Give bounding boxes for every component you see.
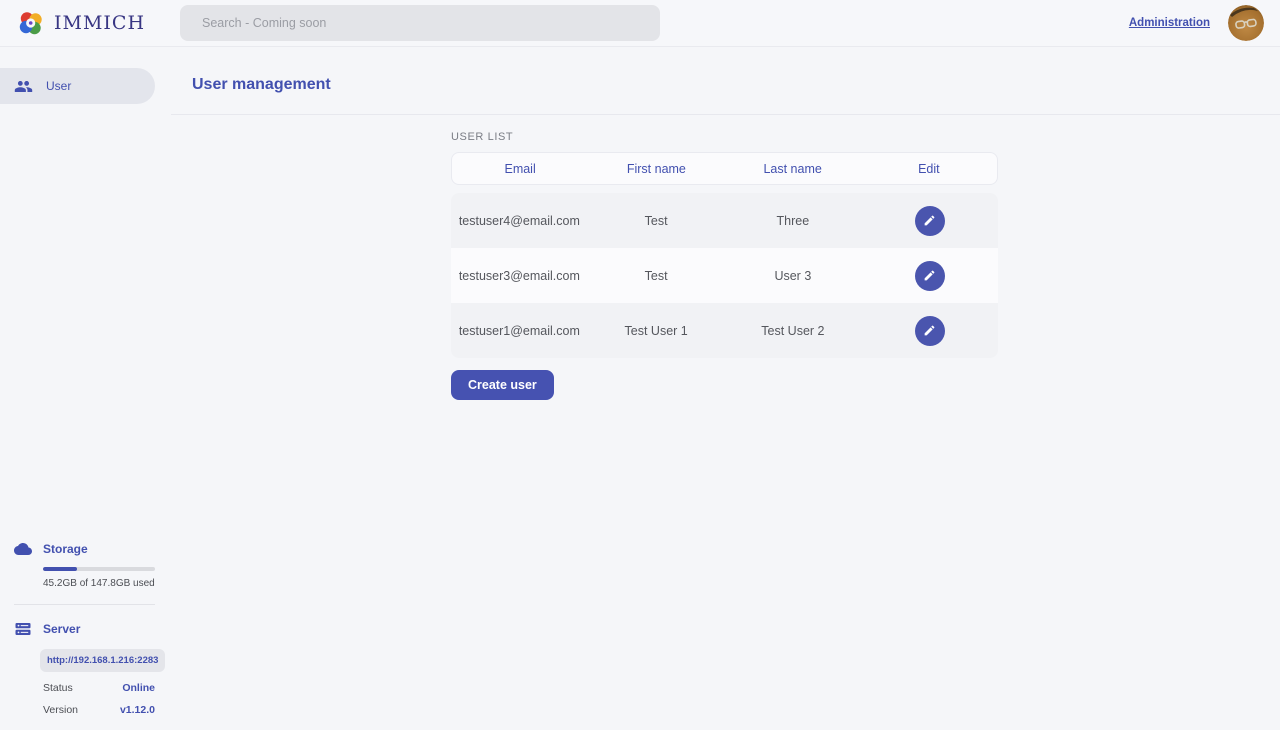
column-header: Last name bbox=[725, 162, 861, 176]
immich-flower-logo-icon bbox=[17, 9, 45, 37]
cell-email: testuser4@email.com bbox=[451, 214, 588, 228]
server-status-label: Status bbox=[43, 682, 73, 694]
search-input[interactable] bbox=[180, 5, 660, 41]
sidebar-nav: User bbox=[0, 68, 171, 104]
app-name: IMMICH bbox=[54, 12, 145, 34]
page-title: User management bbox=[192, 76, 1280, 94]
create-user-button[interactable]: Create user bbox=[451, 370, 554, 400]
app-header: IMMICH Administration bbox=[0, 0, 1280, 47]
cell-last-name: Test User 2 bbox=[725, 324, 862, 338]
users-icon bbox=[14, 77, 33, 96]
edit-user-button[interactable] bbox=[915, 261, 945, 291]
pencil-icon bbox=[923, 324, 936, 337]
sidebar: User Storage 45.2GB of 147.8GB used bbox=[0, 47, 171, 730]
title-bar: User management bbox=[171, 47, 1280, 115]
server-title: Server bbox=[43, 622, 80, 636]
server-icon bbox=[14, 620, 32, 638]
user-avatar[interactable] bbox=[1228, 5, 1264, 41]
column-header: Email bbox=[452, 162, 588, 176]
main-content: User management USER LIST EmailFirst nam… bbox=[171, 47, 1280, 730]
cell-last-name: User 3 bbox=[725, 269, 862, 283]
storage-title: Storage bbox=[43, 542, 88, 556]
cell-last-name: Three bbox=[725, 214, 862, 228]
server-status-value: Online bbox=[122, 682, 155, 694]
table-row: testuser4@email.com Test Three bbox=[451, 193, 998, 248]
storage-progress-fill bbox=[43, 567, 77, 571]
cell-email: testuser1@email.com bbox=[451, 324, 588, 338]
table-row: testuser1@email.com Test User 1 Test Use… bbox=[451, 303, 998, 358]
edit-user-button[interactable] bbox=[915, 206, 945, 236]
column-header: First name bbox=[588, 162, 724, 176]
cell-first-name: Test bbox=[588, 269, 725, 283]
storage-progress-bar bbox=[43, 567, 155, 571]
server-version-label: Version bbox=[43, 704, 78, 716]
sidebar-divider bbox=[14, 604, 155, 605]
administration-link[interactable]: Administration bbox=[1129, 17, 1210, 29]
sidebar-item-user[interactable]: User bbox=[0, 68, 155, 104]
pencil-icon bbox=[923, 269, 936, 282]
user-table-header: EmailFirst nameLast nameEdit bbox=[451, 152, 998, 185]
storage-usage-text: 45.2GB of 147.8GB used bbox=[43, 578, 155, 589]
cell-first-name: Test User 1 bbox=[588, 324, 725, 338]
app-logo[interactable]: IMMICH bbox=[0, 9, 180, 37]
column-header: Edit bbox=[861, 162, 997, 176]
cell-email: testuser3@email.com bbox=[451, 269, 588, 283]
cell-first-name: Test bbox=[588, 214, 725, 228]
pencil-icon bbox=[923, 214, 936, 227]
edit-user-button[interactable] bbox=[915, 316, 945, 346]
server-url-chip: http://192.168.1.216:2283 bbox=[40, 649, 165, 672]
table-row: testuser3@email.com Test User 3 bbox=[451, 248, 998, 303]
user-table-body: testuser4@email.com Test Three testuser3… bbox=[451, 193, 998, 358]
sidebar-item-label: User bbox=[46, 79, 71, 93]
user-list-label: USER LIST bbox=[451, 131, 998, 143]
sidebar-footer: Storage 45.2GB of 147.8GB used bbox=[0, 540, 171, 730]
cloud-icon bbox=[14, 540, 32, 558]
server-version-value: v1.12.0 bbox=[120, 704, 155, 716]
